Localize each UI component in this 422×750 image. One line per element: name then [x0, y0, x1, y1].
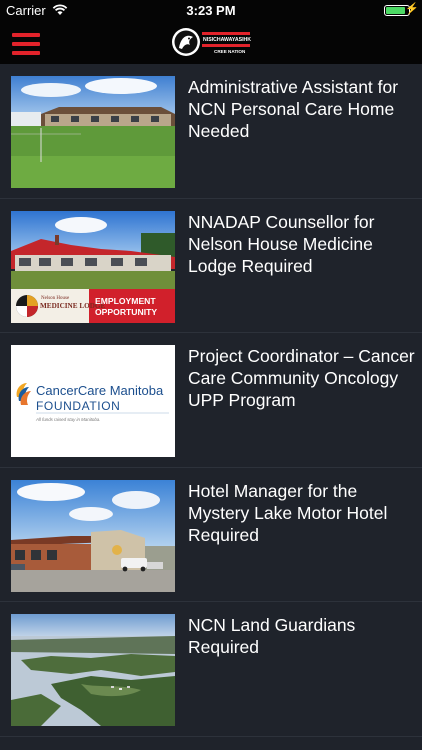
cancercare-logo: CancerCare Manitoba FOUNDATION All funds… — [11, 345, 175, 457]
article-list: Administrative Assistant for NCN Persona… — [0, 64, 422, 737]
svg-text:EMPLOYMENT: EMPLOYMENT — [95, 296, 156, 306]
article-card[interactable]: NCN Land Guardians Required — [0, 602, 422, 737]
article-title[interactable]: NNADAP Counsellor for Nelson House Medic… — [188, 211, 416, 277]
lake-aerial-photo — [11, 614, 175, 726]
logo-text-line2: CREE NATION — [214, 49, 246, 54]
cancercare-foundation: FOUNDATION — [36, 399, 120, 413]
motor-hotel-photo — [11, 479, 175, 592]
top-bar: Carrier 3:23 PM ⚡ NISICHAWAYASIHK CREE N… — [0, 0, 422, 64]
cancercare-tagline: All funds raised stay in Manitoba. — [35, 417, 100, 422]
article-card[interactable]: Administrative Assistant for NCN Persona… — [0, 64, 422, 199]
lodge-small-text: Nelson House — [41, 296, 70, 301]
charging-icon: ⚡ — [405, 3, 419, 15]
article-title[interactable]: Project Coordinator – Cancer Care Commun… — [188, 345, 416, 411]
article-title[interactable]: NCN Land Guardians Required — [188, 614, 416, 658]
care-home-photo — [11, 76, 175, 188]
status-time: 3:23 PM — [186, 3, 236, 18]
article-card[interactable]: Nelson House MEDICINE LODGE EMPLOYMENT O… — [0, 199, 422, 333]
article-card[interactable]: Hotel Manager for the Mystery Lake Motor… — [0, 468, 422, 602]
article-card[interactable]: CancerCare Manitoba FOUNDATION All funds… — [0, 333, 422, 468]
medicine-lodge-photo: Nelson House MEDICINE LODGE EMPLOYMENT O… — [11, 210, 175, 323]
article-title[interactable]: Hotel Manager for the Mystery Lake Motor… — [188, 480, 416, 546]
logo-text-line1: NISICHAWAYASIHK — [203, 37, 251, 43]
article-title[interactable]: Administrative Assistant for NCN Persona… — [188, 76, 416, 142]
hamburger-menu-button[interactable] — [12, 33, 40, 55]
ncn-logo: NISICHAWAYASIHK CREE NATION — [172, 28, 251, 56]
cancercare-name: CancerCare Manitoba — [36, 383, 164, 398]
svg-text:OPPORTUNITY: OPPORTUNITY — [95, 307, 157, 317]
